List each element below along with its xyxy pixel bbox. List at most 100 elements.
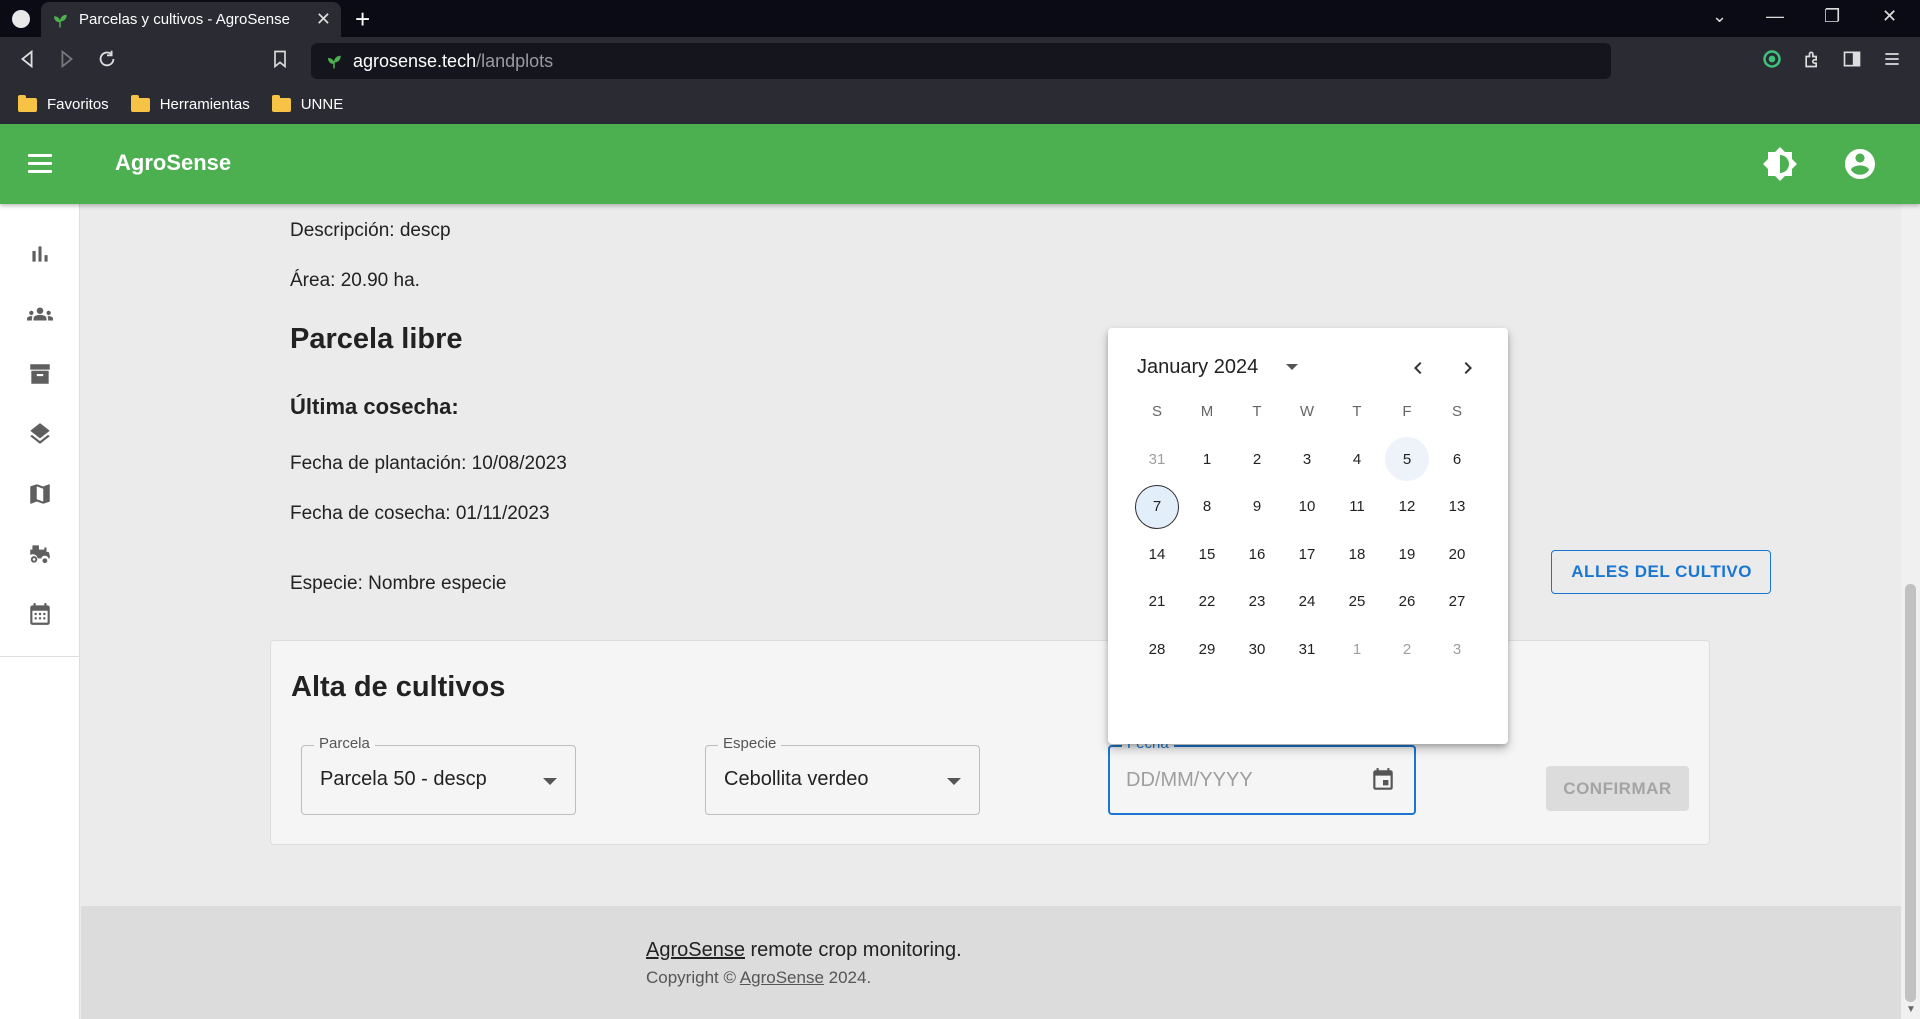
parcela-select[interactable]: Parcela Parcela 50 - descp bbox=[301, 735, 576, 815]
calendar-day[interactable]: 14 bbox=[1132, 532, 1182, 576]
sidebar-item-calendar[interactable] bbox=[0, 584, 80, 644]
extension-ring-icon[interactable] bbox=[1762, 49, 1782, 69]
new-tab-button[interactable]: + bbox=[355, 4, 370, 35]
url-bar[interactable]: agrosense.tech/landplots bbox=[311, 43, 1611, 79]
calendar-day[interactable]: 8 bbox=[1182, 485, 1232, 529]
fecha-input[interactable]: Fecha DD/MM/YYYY bbox=[1108, 735, 1416, 815]
bookmark-favoritos[interactable]: Favoritos bbox=[18, 94, 109, 113]
sidebar-toggle-icon[interactable] bbox=[1842, 49, 1862, 69]
theme-toggle-icon[interactable] bbox=[1762, 146, 1798, 182]
calendar-day[interactable]: 9 bbox=[1232, 485, 1282, 529]
calendar-day-outside: 3 bbox=[1452, 640, 1462, 658]
app-brand[interactable]: AgroSense bbox=[115, 150, 231, 176]
page-scrollbar[interactable]: ▼ bbox=[1901, 204, 1920, 1019]
confirm-button[interactable]: CONFIRMAR bbox=[1546, 766, 1689, 811]
sidebar-item-tractor[interactable] bbox=[0, 524, 80, 584]
browser-profile-icon[interactable] bbox=[12, 10, 30, 28]
minimize-button[interactable]: — bbox=[1766, 6, 1784, 27]
calendar-day[interactable]: 2 bbox=[1232, 437, 1282, 481]
bookmark-herramientas[interactable]: Herramientas bbox=[130, 94, 250, 113]
calendar-day-outside: 31 bbox=[1148, 450, 1166, 468]
calendar-day[interactable]: 28 bbox=[1132, 627, 1182, 671]
copyright-suffix: 2024. bbox=[823, 968, 872, 987]
calendar-day[interactable]: 7 bbox=[1135, 484, 1179, 529]
month-year-label[interactable]: January 2024 bbox=[1137, 356, 1258, 379]
sidebar-item-archive[interactable] bbox=[0, 344, 80, 404]
weekday-label: W bbox=[1299, 403, 1315, 421]
browser-menu-icon[interactable] bbox=[1882, 49, 1902, 69]
calendar-day[interactable]: 4 bbox=[1332, 437, 1382, 481]
parcela-value: Parcela 50 - descp bbox=[320, 768, 487, 790]
tab-title: Parcelas y cultivos - AgroSense bbox=[79, 11, 290, 28]
scrollbar-thumb[interactable] bbox=[1905, 584, 1916, 1002]
extensions-icon[interactable] bbox=[1802, 49, 1822, 69]
sidebar-item-map[interactable] bbox=[0, 464, 80, 524]
browser-tab[interactable]: Parcelas y cultivos - AgroSense ✕ bbox=[41, 2, 341, 37]
calendar-day-outside: 2 bbox=[1402, 640, 1412, 658]
calendar-day[interactable]: 22 bbox=[1182, 580, 1232, 624]
calendar-day[interactable]: 19 bbox=[1382, 532, 1432, 576]
menu-icon[interactable] bbox=[28, 154, 52, 174]
map-icon bbox=[30, 484, 50, 504]
previous-month-icon[interactable] bbox=[1406, 356, 1430, 380]
copyright-brand-link[interactable]: AgroSense bbox=[740, 968, 824, 987]
sprout-favicon-icon bbox=[54, 14, 67, 27]
harvest-date: Fecha de cosecha: 01/11/2023 bbox=[290, 503, 550, 524]
calendar-day[interactable]: 16 bbox=[1232, 532, 1282, 576]
calendar-day[interactable]: 30 bbox=[1232, 627, 1282, 671]
sidebar-item-groups[interactable] bbox=[0, 284, 80, 344]
sidebar-item-dashboard[interactable] bbox=[0, 224, 80, 284]
bookmark-icon[interactable] bbox=[270, 48, 290, 70]
especie-select[interactable]: Especie Cebollita verdeo bbox=[705, 735, 980, 815]
calendar-day[interactable]: 17 bbox=[1282, 532, 1332, 576]
tab-close-icon[interactable]: ✕ bbox=[316, 9, 331, 30]
calendar-day[interactable]: 5 bbox=[1385, 437, 1429, 482]
scroll-down-arrow-icon[interactable]: ▼ bbox=[1906, 1004, 1916, 1015]
tractor-icon bbox=[30, 545, 50, 564]
calendar-day[interactable]: 6 bbox=[1432, 437, 1482, 481]
species: Especie: Nombre especie bbox=[290, 573, 507, 594]
plot-status-title: Parcela libre bbox=[290, 323, 463, 355]
plot-area: Área: 20.90 ha. bbox=[290, 270, 420, 291]
fecha-placeholder: DD/MM/YYYY bbox=[1126, 769, 1253, 791]
footer: AgroSense remote crop monitoring. Copyri… bbox=[81, 906, 1901, 1019]
url-path: /landplots bbox=[476, 50, 554, 71]
reload-icon[interactable] bbox=[96, 48, 118, 70]
back-icon[interactable] bbox=[16, 48, 38, 70]
footer-brand-link[interactable]: AgroSense bbox=[646, 939, 745, 961]
footer-copyright: Copyright © AgroSense 2024. bbox=[646, 968, 871, 988]
calendar-day[interactable]: 20 bbox=[1432, 532, 1482, 576]
calendar-day[interactable]: 15 bbox=[1182, 532, 1232, 576]
restore-button[interactable]: ❐ bbox=[1824, 6, 1840, 27]
bookmark-unne[interactable]: UNNE bbox=[271, 94, 343, 113]
close-window-button[interactable]: ✕ bbox=[1882, 6, 1897, 27]
calendar-day[interactable]: 25 bbox=[1332, 580, 1382, 624]
calendar-day[interactable]: 10 bbox=[1282, 485, 1332, 529]
account-icon[interactable] bbox=[1842, 146, 1878, 182]
last-harvest-title: Última cosecha: bbox=[290, 394, 459, 419]
calendar-day[interactable]: 21 bbox=[1132, 580, 1182, 624]
dropdown-caret-icon bbox=[947, 778, 961, 785]
weekday-label: T bbox=[1252, 403, 1262, 421]
sidebar-item-layers[interactable] bbox=[0, 404, 80, 464]
calendar-day[interactable]: 31 bbox=[1282, 627, 1332, 671]
calendar-day[interactable]: 11 bbox=[1332, 485, 1382, 529]
calendar-day[interactable]: 23 bbox=[1232, 580, 1282, 624]
calendar-day[interactable]: 1 bbox=[1182, 437, 1232, 481]
forward-icon[interactable] bbox=[56, 48, 78, 70]
calendar-day[interactable]: 27 bbox=[1432, 580, 1482, 624]
calendar-picker-icon[interactable] bbox=[1370, 767, 1396, 793]
calendar-week-row: 21 22 23 24 25 26 27 bbox=[1132, 578, 1482, 626]
calendar-day[interactable]: 26 bbox=[1382, 580, 1432, 624]
tab-search-icon[interactable]: ⌄ bbox=[1712, 6, 1727, 27]
calendar-day[interactable]: 13 bbox=[1432, 485, 1482, 529]
calendar-day[interactable]: 3 bbox=[1282, 437, 1332, 481]
footer-tagline: AgroSense remote crop monitoring. bbox=[646, 939, 962, 962]
next-month-icon[interactable] bbox=[1456, 356, 1480, 380]
calendar-day[interactable]: 24 bbox=[1282, 580, 1332, 624]
calendar-day[interactable]: 12 bbox=[1382, 485, 1432, 529]
calendar-day[interactable]: 29 bbox=[1182, 627, 1232, 671]
crop-details-button[interactable]: ALLES DEL CULTIVO bbox=[1551, 550, 1771, 594]
month-dropdown-icon[interactable] bbox=[1286, 364, 1298, 370]
calendar-day[interactable]: 18 bbox=[1332, 532, 1382, 576]
